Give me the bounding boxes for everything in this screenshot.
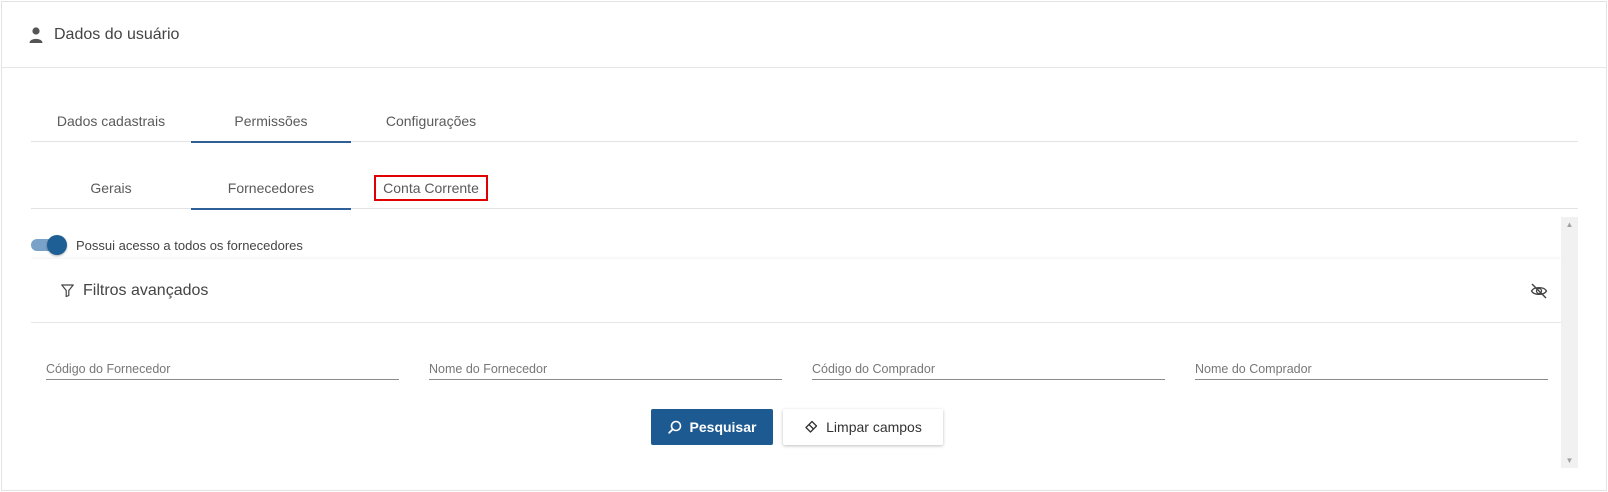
buyer-name-field: [1195, 359, 1548, 380]
tab-label: Dados cadastrais: [56, 113, 166, 129]
filter-fields: [46, 359, 1548, 380]
advanced-filters: Filtros avançados Código do Fornecedor N…: [31, 259, 1561, 468]
supplier-code-input[interactable]: [46, 359, 399, 379]
toggle-label: Possui acesso a todos os fornecedores: [76, 237, 303, 253]
tab-label: Fornecedores: [227, 180, 315, 196]
buyer-code-field: [812, 359, 1165, 380]
tab-label: Permissões: [234, 113, 308, 129]
buyer-code-input[interactable]: [812, 359, 1165, 379]
tab-label: Gerais: [90, 180, 132, 196]
page-title: Dados do usuário: [54, 25, 180, 43]
panel-header: Dados do usuário: [2, 2, 1606, 68]
eye-off-icon[interactable]: [1530, 282, 1548, 300]
user-data-panel: Dados do usuário Dados cadastrais Permis…: [1, 1, 1607, 491]
tab-label: Conta Corrente: [374, 175, 488, 201]
filters-title: Filtros avançados: [83, 281, 209, 299]
clear-button-label: Limpar campos: [826, 419, 922, 435]
scroll-up-arrow-icon[interactable]: ▲: [1561, 217, 1578, 232]
filters-header: Filtros avançados: [31, 259, 1561, 323]
buyer-name-input[interactable]: [1195, 359, 1548, 379]
sub-tabs: Gerais Fornecedores Conta Corrente: [31, 167, 1578, 210]
tab-gerais[interactable]: Gerais: [31, 167, 191, 209]
tab-configuracoes[interactable]: Configurações: [351, 100, 511, 142]
scroll-down-arrow-icon[interactable]: ▼: [1561, 453, 1578, 468]
access-toggle-row: Possui acesso a todos os fornecedores: [31, 235, 303, 255]
vertical-scrollbar[interactable]: ▲ ▼: [1561, 217, 1578, 468]
supplier-code-field: [46, 359, 399, 380]
tab-label: Configurações: [385, 113, 477, 129]
user-icon: [29, 26, 43, 43]
supplier-name-input[interactable]: [429, 359, 782, 379]
main-tabs: Dados cadastrais Permissões Configuraçõe…: [31, 100, 1578, 143]
tab-conta-corrente[interactable]: Conta Corrente: [351, 167, 511, 209]
eraser-icon: [805, 420, 818, 433]
search-icon: [667, 420, 681, 434]
toggle-knob: [47, 235, 67, 255]
filter-actions: Pesquisar Limpar campos: [651, 409, 943, 445]
all-suppliers-toggle[interactable]: [31, 235, 67, 255]
scroll-content: Possui acesso a todos os fornecedores Fi…: [31, 217, 1578, 468]
tab-permissoes[interactable]: Permissões: [191, 100, 351, 143]
search-button-label: Pesquisar: [689, 419, 757, 435]
supplier-name-field: [429, 359, 782, 380]
tab-dados-cadastrais[interactable]: Dados cadastrais: [31, 100, 191, 142]
filter-icon: [61, 284, 74, 297]
clear-fields-button[interactable]: Limpar campos: [783, 409, 943, 445]
tab-fornecedores[interactable]: Fornecedores: [191, 167, 351, 210]
search-button[interactable]: Pesquisar: [651, 409, 773, 445]
